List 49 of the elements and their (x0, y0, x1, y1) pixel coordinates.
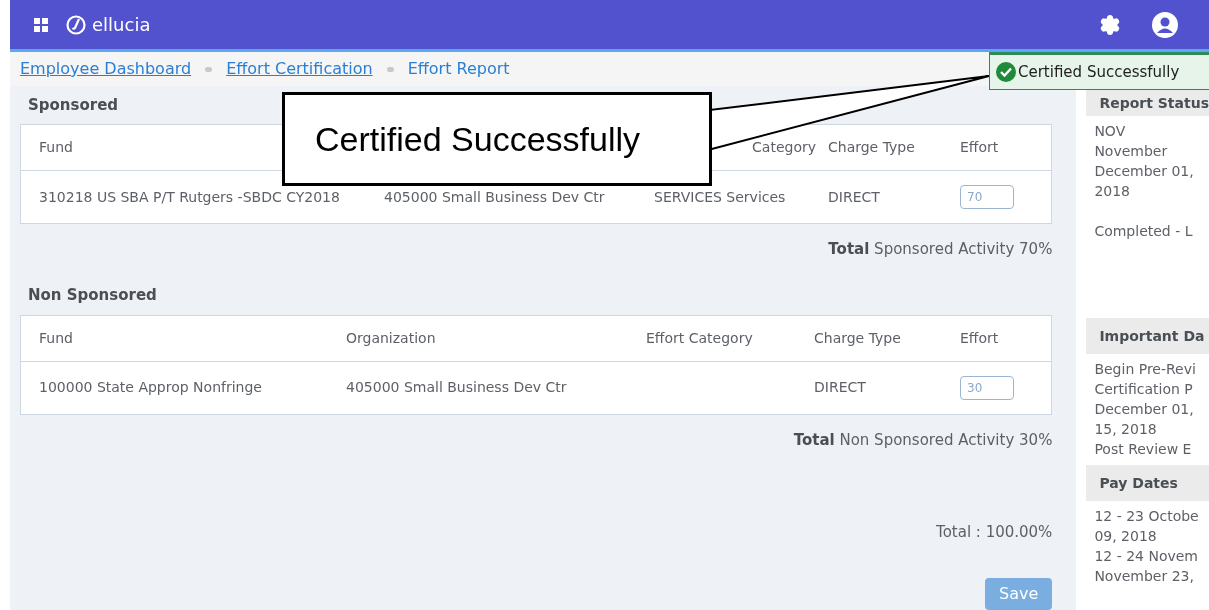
column-header: Charge Type (828, 138, 916, 157)
settings-icon[interactable] (1099, 13, 1121, 36)
toast-message: Certified Successfully (1018, 61, 1180, 83)
breadcrumb-link[interactable]: Effort Certification (226, 57, 373, 81)
table-cell-text: 100000 State Approp Nonfringe (39, 378, 263, 397)
table-cell-text: DIRECT (828, 187, 881, 207)
callout-box: Certified Successfully (282, 92, 712, 186)
panel-text: 12 - 24 Novem (1094, 547, 1199, 566)
panel-text: Post Review E (1094, 440, 1193, 459)
section-title: Non Sponsored (27, 285, 157, 307)
effort-field[interactable]: 30 (960, 375, 1014, 400)
panel-text: 09, 2018 (1094, 527, 1158, 546)
table-cell-text: 310218 US SBA P/T Rutgers -SBDC CY2018 (39, 187, 341, 207)
panel-header: Pay Dates (1086, 465, 1209, 501)
effort-field[interactable]: 70 (960, 185, 1014, 209)
table-cell-text: 405000 Small Business Dev Ctr (346, 378, 568, 397)
table-cell-text: SERVICES Services (654, 187, 787, 207)
panel-text: NOV (1094, 122, 1127, 141)
panel-text: November 23, (1094, 567, 1195, 586)
column-header: Charge Type (814, 328, 902, 348)
table-cell-text: 405000 Small Business Dev Ctr (384, 187, 606, 207)
column-header: Effort Category (646, 328, 754, 348)
status-text: Completed - L (1094, 222, 1194, 241)
column-header: Category (752, 138, 817, 157)
section-total: Total Non Sponsored Activity 30% (793, 429, 1053, 451)
section-title: Sponsored (27, 94, 119, 116)
user-avatar-icon[interactable] (1151, 10, 1179, 39)
logo-icon (66, 14, 86, 35)
section-total: Total Sponsored Activity 70% (828, 239, 1053, 260)
column-header: Effort (960, 328, 1000, 348)
panel-text: 2018 (1094, 182, 1132, 201)
brand-name: ellucia (92, 13, 151, 37)
panel-text: Begin Pre-Revi (1094, 360, 1197, 379)
grand-total: Total : 100.00% (936, 522, 1053, 543)
column-header: Effort (960, 138, 1000, 157)
panel-text: November (1094, 142, 1169, 161)
panel-text: December 01, (1094, 162, 1195, 181)
check-circle-icon (996, 62, 1016, 82)
app-grid-icon[interactable] (34, 17, 48, 32)
panel-header: Important Da (1086, 318, 1209, 354)
column-header: Organization (346, 328, 437, 348)
panel-text: December 01, (1094, 400, 1195, 419)
breadcrumb-link[interactable]: Employee Dashboard (20, 57, 192, 81)
column-header: Fund (39, 328, 74, 348)
panel-text: Certification P (1094, 380, 1194, 399)
panel-text: 15, 2018 (1094, 420, 1158, 439)
breadcrumb-link[interactable]: Effort Report (407, 57, 510, 81)
panel-text: 12 - 23 Octobe (1094, 507, 1200, 526)
table-cell-text: DIRECT (814, 378, 867, 397)
